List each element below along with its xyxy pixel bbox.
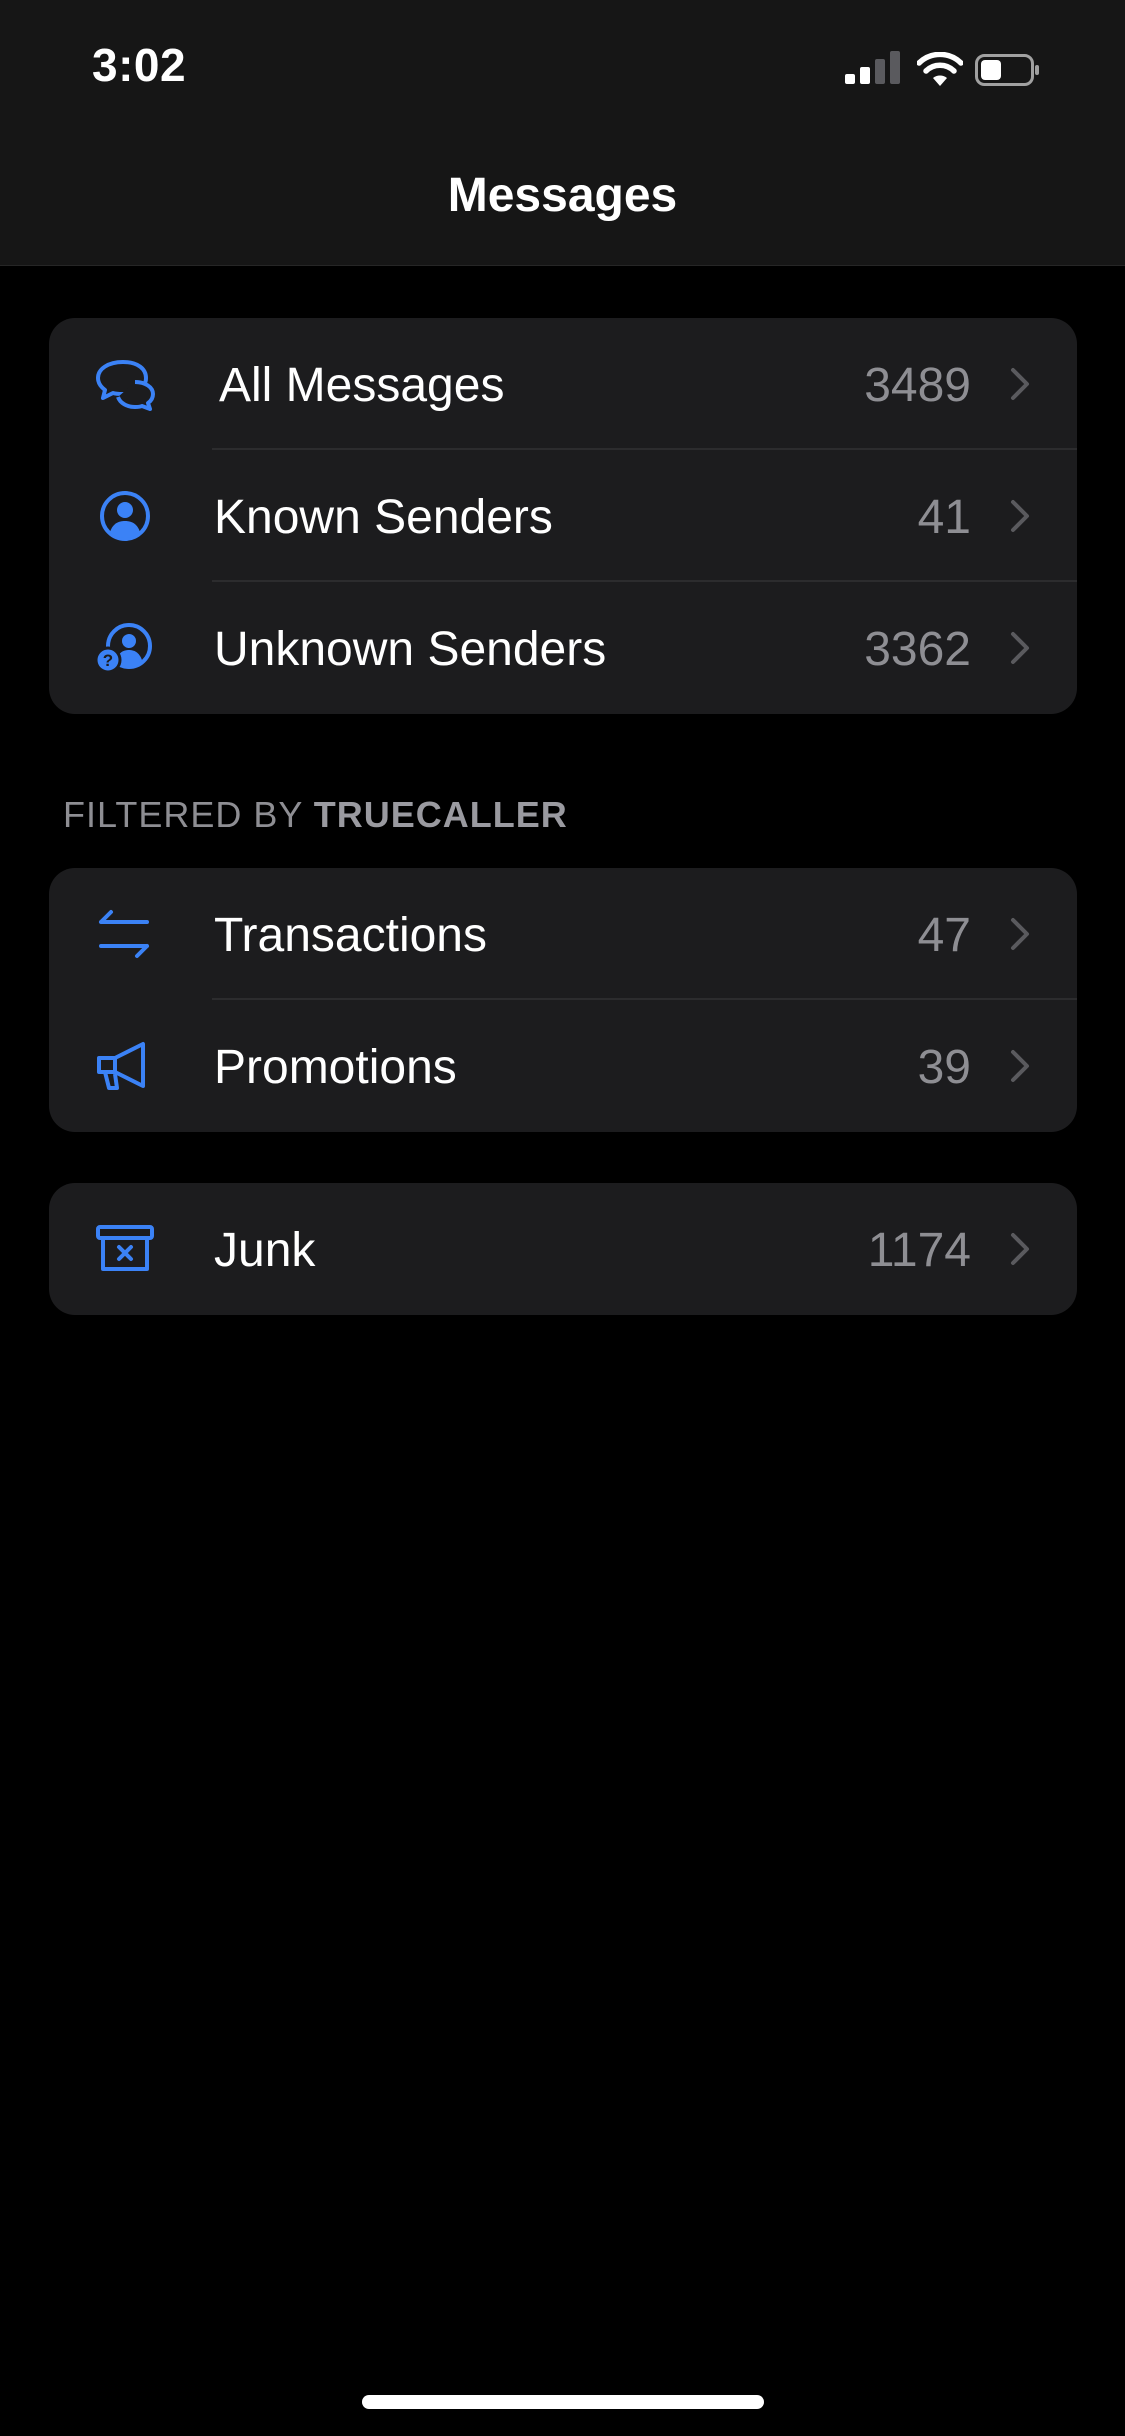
row-transactions[interactable]: Transactions 47 <box>49 868 1077 1000</box>
row-label: Unknown Senders <box>214 623 607 676</box>
filtered-card: Transactions 47 Promotions 39 <box>49 868 1077 1132</box>
home-indicator[interactable] <box>362 2395 764 2409</box>
section-header-brand: TRUECALLER <box>313 794 568 835</box>
section-header-filtered: FILTERED BY TRUECALLER <box>63 794 568 836</box>
row-label: Transactions <box>214 909 487 962</box>
row-count: 3362 <box>864 623 971 676</box>
status-time: 3:02 <box>92 39 187 91</box>
row-junk[interactable]: Junk 1174 <box>49 1183 1077 1315</box>
battery-icon <box>975 54 1039 86</box>
row-label: Junk <box>214 1224 316 1277</box>
row-count: 3489 <box>864 359 971 412</box>
page-title: Messages <box>447 169 678 222</box>
unknown-person-icon: ? <box>94 623 152 674</box>
row-count: 41 <box>917 491 971 544</box>
row-promotions[interactable]: Promotions 39 <box>49 1000 1077 1132</box>
section-header-prefix: FILTERED BY <box>63 794 314 835</box>
chat-bubbles-icon <box>96 360 155 411</box>
chevron-right-icon <box>1011 918 1029 950</box>
row-count: 39 <box>917 1041 971 1094</box>
person-circle-icon <box>100 491 150 541</box>
junk-card: Junk 1174 <box>49 1183 1077 1315</box>
row-label: Known Senders <box>214 491 553 544</box>
junk-box-icon <box>96 1225 154 1271</box>
row-label: All Messages <box>219 359 505 412</box>
chevron-right-icon <box>1011 1050 1029 1082</box>
cellular-signal-icon <box>845 50 905 90</box>
row-label: Promotions <box>214 1041 457 1094</box>
chevron-right-icon <box>1011 632 1029 664</box>
transfer-arrows-icon <box>99 910 149 958</box>
row-all-messages[interactable]: All Messages 3489 <box>49 318 1077 450</box>
row-known-senders[interactable]: Known Senders 41 <box>49 450 1077 582</box>
megaphone-icon <box>97 1042 145 1090</box>
inbox-card: All Messages 3489 Known Senders 41 ? Unk… <box>49 318 1077 714</box>
chevron-right-icon <box>1011 500 1029 532</box>
row-count: 47 <box>917 909 971 962</box>
top-bar: 3:02 Messages <box>0 0 1125 266</box>
chevron-right-icon <box>1011 368 1029 400</box>
wifi-icon <box>917 52 963 86</box>
svg-text:?: ? <box>103 651 113 670</box>
chevron-right-icon <box>1011 1233 1029 1265</box>
row-count: 1174 <box>867 1224 971 1277</box>
row-unknown-senders[interactable]: ? Unknown Senders 3362 <box>49 582 1077 714</box>
